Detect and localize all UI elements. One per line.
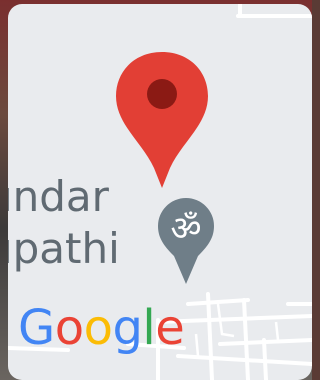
logo-letter: o <box>54 300 84 356</box>
logo-letter: G <box>18 300 55 356</box>
logo-letter: l <box>142 300 156 356</box>
logo-letter: e <box>155 300 185 356</box>
road <box>242 298 250 380</box>
google-logo: Google <box>18 300 185 356</box>
road <box>274 321 280 341</box>
place-label-line2: upathi <box>8 224 120 273</box>
logo-letter: o <box>83 300 113 356</box>
place-label-line1: undar <box>8 172 109 221</box>
logo-letter: g <box>112 300 143 356</box>
location-pin-icon[interactable] <box>116 52 208 188</box>
svg-text:ॐ: ॐ <box>170 209 201 249</box>
om-temple-icon[interactable]: ॐ <box>150 198 214 284</box>
road <box>194 333 200 357</box>
map-preview[interactable]: ॐ undar upathi Google <box>8 4 312 380</box>
road <box>186 298 250 306</box>
road <box>206 292 214 380</box>
